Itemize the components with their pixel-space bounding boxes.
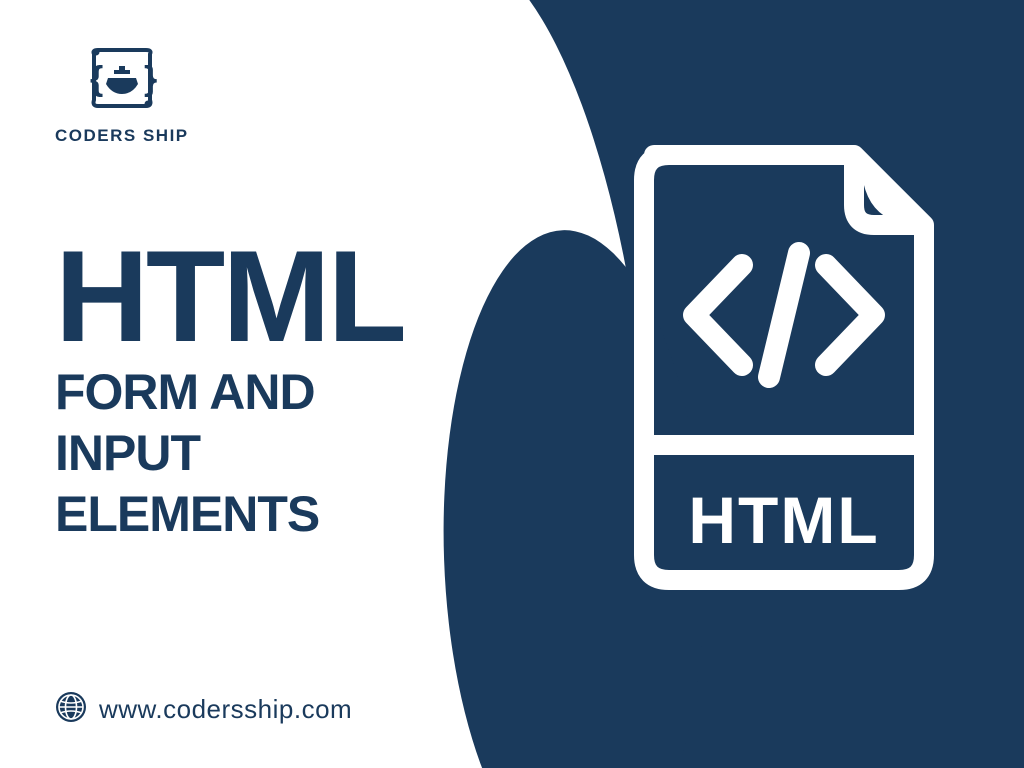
headline-sub-line: INPUT [55,426,404,481]
headline-sub-line: FORM AND [55,365,404,420]
html-file-icon: HTML [614,135,954,600]
headline-block: HTML FORM AND INPUT ELEMENTS [55,235,404,542]
brand-name: CODERS SHIP [55,126,189,146]
headline-sub-line: ELEMENTS [55,487,404,542]
svg-text:}: } [144,60,157,98]
svg-text:{: { [90,60,103,98]
ship-logo-icon: { } [55,40,189,120]
globe-icon [55,691,87,728]
brand-logo-block: { } CODERS SHIP [55,40,189,146]
headline-main: HTML [55,235,404,359]
file-badge-label: HTML [688,483,879,557]
footer-url-block: www.codersship.com [55,691,352,728]
site-url[interactable]: www.codersship.com [99,694,352,725]
